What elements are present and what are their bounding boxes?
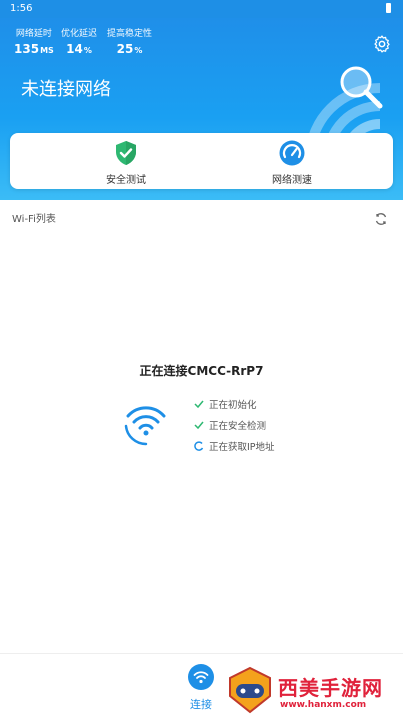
nav-label: 连接 [190, 698, 212, 711]
stat-unit: MS [40, 46, 54, 55]
battery-icon [386, 3, 391, 13]
connecting-title: 正在连接CMCC-RrP7 [139, 364, 264, 378]
wifi-icon [188, 664, 214, 690]
stat-value: 14 [66, 42, 83, 56]
watermark-text: 西美手游网 [278, 676, 383, 700]
check-icon [194, 421, 204, 429]
stat-optimize: 优化延迟 14% [61, 26, 97, 56]
check-icon [194, 400, 204, 408]
feature-label: 安全测试 [106, 175, 146, 186]
gear-icon[interactable] [372, 34, 392, 54]
step-label: 正在安全检测 [209, 420, 267, 432]
page-title: 未连接网络 [21, 79, 111, 100]
feature-label: 网络测速 [272, 175, 312, 186]
stat-unit: % [83, 46, 92, 55]
stat-value: 135 [14, 42, 40, 56]
step-item: 正在初始化 [194, 393, 275, 414]
watermark-url: www.hanxm.com [280, 700, 367, 710]
connection-steps: 正在初始化 正在安全检测 正在获取IP地址 [194, 393, 275, 456]
step-label: 正在获取IP地址 [209, 441, 275, 453]
watermark: 西美手游网 www.hanxm.com [226, 666, 403, 717]
step-item: 正在获取IP地址 [194, 435, 275, 456]
stat-unit: % [134, 46, 143, 55]
stat-label: 优化延迟 [61, 29, 98, 39]
security-test-button[interactable]: 安全测试 [66, 139, 186, 186]
wifi-list-title: Wi-Fi列表 [12, 214, 56, 225]
loading-spinner-icon [194, 440, 204, 451]
shield-check-icon [116, 141, 136, 165]
speed-test-button[interactable]: 网络测速 [232, 139, 352, 186]
stat-label: 提高稳定性 [107, 29, 153, 39]
status-time: 1:56 [10, 3, 33, 14]
speedometer-icon [279, 140, 305, 166]
stat-latency: 网络延时 135MS [14, 26, 54, 56]
wifi-connecting-icon [124, 406, 166, 446]
stat-value: 25 [116, 42, 134, 56]
stat-stability: 提高稳定性 25% [107, 26, 152, 56]
status-bar: 1:56 [0, 0, 403, 18]
feature-card: 安全测试 网络测速 [10, 133, 393, 189]
refresh-icon[interactable] [374, 212, 388, 226]
gamepad-logo-icon [229, 666, 271, 714]
stat-label: 网络延时 [15, 29, 52, 39]
step-label: 正在初始化 [209, 399, 257, 411]
nav-item-connect[interactable]: 连接 [180, 664, 222, 712]
step-item: 正在安全检测 [194, 414, 275, 435]
